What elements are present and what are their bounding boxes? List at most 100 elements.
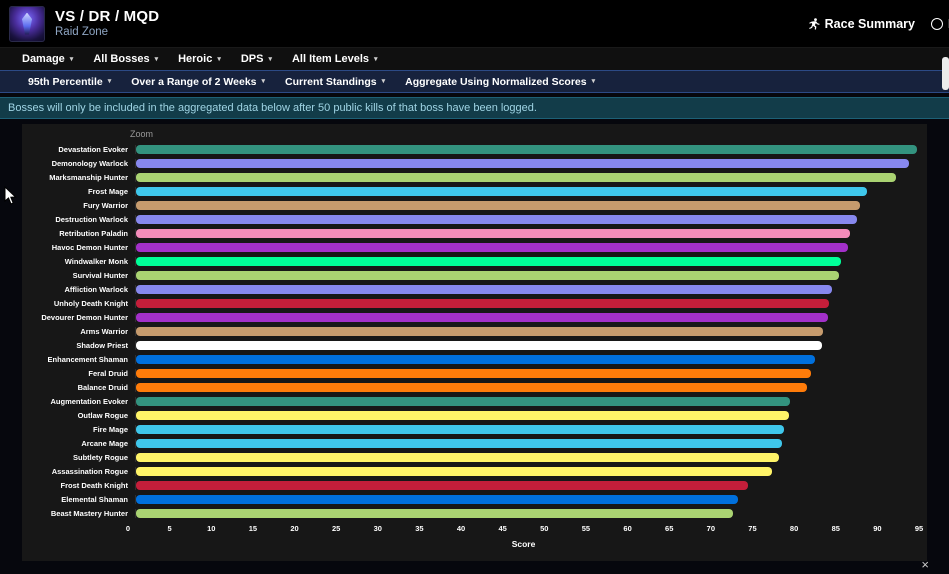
category-label-subtlety-rogue[interactable]: Subtlety Rogue — [22, 453, 135, 462]
chart-row: Retribution Paladin — [22, 226, 927, 240]
x-tick-label: 95 — [914, 524, 924, 533]
category-label-devastation-evoker[interactable]: Devastation Evoker — [22, 145, 135, 154]
bar-beast-mastery-hunter[interactable] — [136, 508, 733, 518]
bar-unholy-death-knight[interactable] — [136, 298, 830, 308]
category-label-fire-mage[interactable]: Fire Mage — [22, 425, 135, 434]
bar-survival-hunter[interactable] — [136, 270, 840, 280]
bar-elemental-shaman[interactable] — [136, 494, 738, 504]
bar-affliction-warlock[interactable] — [136, 284, 832, 294]
menu-item-label: All Bosses — [93, 53, 150, 65]
caret-down-icon: ▾ — [107, 78, 112, 85]
option-aggregate-using-normalized-scores[interactable]: Aggregate Using Normalized Scores ▾ — [395, 76, 605, 88]
chart-row: Demonology Warlock — [22, 156, 927, 170]
menu-item-label: All Item Levels — [291, 53, 370, 65]
secondary-filter-bar: 95th Percentile ▾ Over a Range of 2 Weeks ▾… — [0, 70, 949, 93]
category-label-survival-hunter[interactable]: Survival Hunter — [22, 271, 135, 280]
category-label-assassination-rogue[interactable]: Assassination Rogue — [22, 467, 135, 476]
bar-balance-druid[interactable] — [136, 382, 807, 392]
bar-devastation-evoker[interactable] — [136, 144, 917, 154]
bar-track — [135, 466, 919, 476]
category-label-fury-warrior[interactable]: Fury Warrior — [22, 201, 135, 210]
category-label-augmentation-evoker[interactable]: Augmentation Evoker — [22, 397, 135, 406]
bar-outlaw-rogue[interactable] — [136, 410, 789, 420]
category-label-devourer-demon-hunter[interactable]: Devourer Demon Hunter — [22, 313, 135, 322]
bar-devourer-demon-hunter[interactable] — [136, 312, 828, 322]
category-label-destruction-warlock[interactable]: Destruction Warlock — [22, 215, 135, 224]
category-label-shadow-priest[interactable]: Shadow Priest — [22, 341, 135, 350]
bar-assassination-rogue[interactable] — [136, 466, 773, 476]
bar-enhancement-shaman[interactable] — [136, 354, 816, 364]
chart-row: Devourer Demon Hunter — [22, 310, 927, 324]
bar-feral-druid[interactable] — [136, 368, 812, 378]
x-tick-label: 35 — [415, 524, 424, 533]
bar-destruction-warlock[interactable] — [136, 214, 858, 224]
bar-augmentation-evoker[interactable] — [136, 396, 791, 406]
bar-chart: Devastation Evoker Demonology Warlock Mark… — [22, 124, 927, 520]
category-label-havoc-demon-hunter[interactable]: Havoc Demon Hunter — [22, 243, 135, 252]
chart-row: Arcane Mage — [22, 436, 927, 450]
category-label-unholy-death-knight[interactable]: Unholy Death Knight — [22, 299, 135, 308]
chart-row: Fury Warrior — [22, 198, 927, 212]
bar-track — [135, 200, 919, 210]
category-label-feral-druid[interactable]: Feral Druid — [22, 369, 135, 378]
x-tick-label: 55 — [581, 524, 591, 533]
category-label-beast-mastery-hunter[interactable]: Beast Mastery Hunter — [22, 509, 135, 518]
race-summary-link[interactable]: Race Summary — [808, 17, 915, 31]
category-label-marksmanship-hunter[interactable]: Marksmanship Hunter — [22, 173, 135, 182]
category-label-affliction-warlock[interactable]: Affliction Warlock — [22, 285, 135, 294]
category-label-arms-warrior[interactable]: Arms Warrior — [22, 327, 135, 336]
x-tick-label: 85 — [831, 524, 840, 533]
option-current-standings[interactable]: Current Standings ▾ — [275, 76, 395, 88]
filter-all-item-levels[interactable]: All Item Levels ▾ — [282, 53, 388, 65]
category-label-frost-mage[interactable]: Frost Mage — [22, 187, 135, 196]
bar-marksmanship-hunter[interactable] — [136, 172, 896, 182]
menu-item-label: Heroic — [178, 53, 213, 65]
category-label-enhancement-shaman[interactable]: Enhancement Shaman — [22, 355, 135, 364]
bar-track — [135, 494, 919, 504]
bar-track — [135, 410, 919, 420]
x-axis-title: Score — [511, 539, 536, 549]
bar-shadow-priest[interactable] — [136, 340, 822, 350]
category-label-arcane-mage[interactable]: Arcane Mage — [22, 439, 135, 448]
category-label-retribution-paladin[interactable]: Retribution Paladin — [22, 229, 135, 238]
category-label-frost-death-knight[interactable]: Frost Death Knight — [22, 481, 135, 490]
x-tick-label: 0 — [125, 524, 131, 533]
filter-all-bosses[interactable]: All Bosses ▾ — [83, 53, 168, 65]
notice-banner: Bosses will only be included in the aggr… — [0, 97, 949, 119]
category-label-elemental-shaman[interactable]: Elemental Shaman — [22, 495, 135, 504]
circle-icon — [930, 17, 943, 30]
bar-arcane-mage[interactable] — [136, 438, 783, 448]
x-axis-row: 0 5 10 15 20 25 30 35 40 45 50 55 60 65 70 75 80 85 90 95 — [22, 524, 927, 536]
filter-heroic[interactable]: Heroic ▾ — [168, 53, 231, 65]
bar-demonology-warlock[interactable] — [136, 158, 910, 168]
bar-windwalker-monk[interactable] — [136, 256, 841, 266]
bar-retribution-paladin[interactable] — [136, 228, 850, 238]
category-label-windwalker-monk[interactable]: Windwalker Monk — [22, 257, 135, 266]
bar-frost-mage[interactable] — [136, 186, 868, 196]
bar-frost-death-knight[interactable] — [136, 480, 748, 490]
bar-havoc-demon-hunter[interactable] — [136, 242, 849, 252]
category-label-balance-druid[interactable]: Balance Druid — [22, 383, 135, 392]
bar-track — [135, 508, 919, 518]
bar-subtlety-rogue[interactable] — [136, 452, 779, 462]
site-logo[interactable] — [9, 5, 45, 42]
category-label-demonology-warlock[interactable]: Demonology Warlock — [22, 159, 135, 168]
caret-down-icon: ▾ — [268, 55, 272, 63]
chart-row: Enhancement Shaman — [22, 352, 927, 366]
chart-row: Beast Mastery Hunter — [22, 506, 927, 520]
option-over-a-range-of-2-weeks[interactable]: Over a Range of 2 Weeks ▾ — [121, 76, 275, 88]
x-tick-label: 40 — [456, 524, 466, 533]
clipped-header-link[interactable]: R — [930, 17, 949, 31]
option-95th-percentile[interactable]: 95th Percentile ▾ — [18, 76, 121, 88]
bar-fury-warrior[interactable] — [136, 200, 861, 210]
scrollbar-thumb[interactable] — [942, 57, 949, 90]
bar-track — [135, 382, 919, 392]
chart-row: Arms Warrior — [22, 324, 927, 338]
filter-dps[interactable]: DPS ▾ — [231, 53, 282, 65]
category-label-outlaw-rogue[interactable]: Outlaw Rogue — [22, 411, 135, 420]
bar-fire-mage[interactable] — [136, 424, 784, 434]
close-button[interactable]: × — [921, 557, 929, 572]
x-tick-label: 5 — [167, 524, 172, 533]
bar-arms-warrior[interactable] — [136, 326, 824, 336]
filter-damage[interactable]: Damage ▾ — [12, 53, 83, 65]
